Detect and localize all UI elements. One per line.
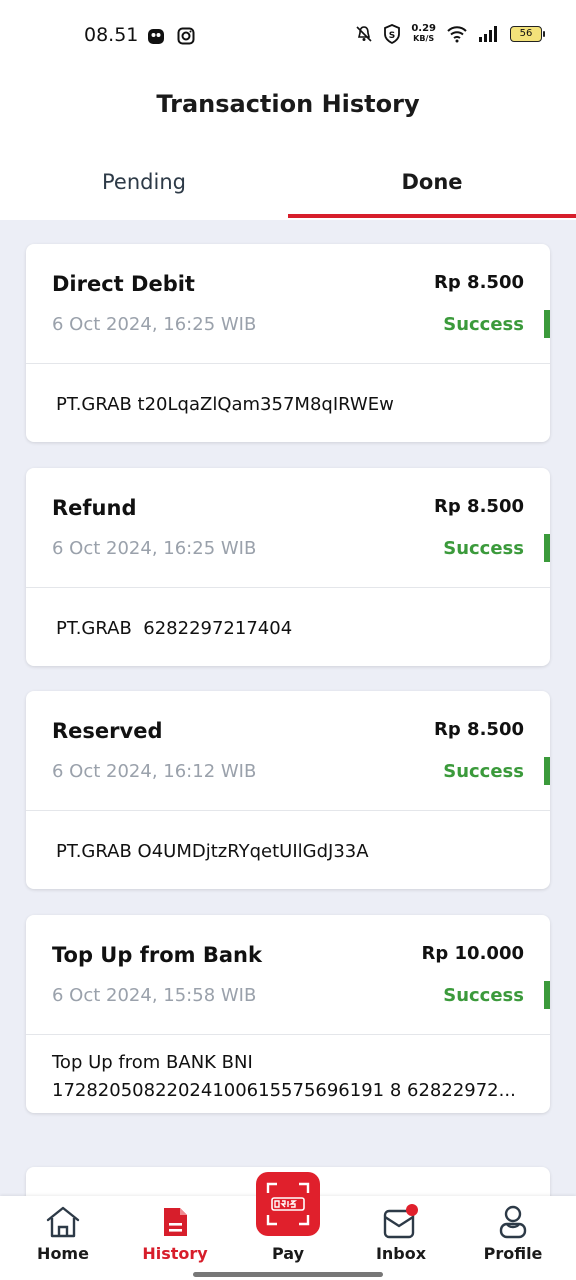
qris-pay-button[interactable] bbox=[248, 1168, 328, 1240]
transaction-type: Reserved bbox=[52, 719, 163, 743]
page-title: Transaction History bbox=[156, 90, 420, 118]
status-indicator-bar bbox=[544, 757, 550, 785]
transaction-status: Success bbox=[443, 985, 524, 1006]
transaction-amount: Rp 8.500 bbox=[434, 272, 524, 293]
net-speed-value: 0.29 bbox=[411, 23, 436, 34]
transaction-card[interactable]: Refund Rp 8.500 6 Oct 2024, 16:25 WIB Su… bbox=[26, 468, 550, 666]
nav-inbox[interactable]: Inbox bbox=[346, 1202, 456, 1263]
transaction-card[interactable]: Direct Debit Rp 8.500 6 Oct 2024, 16:25 … bbox=[26, 244, 550, 442]
net-speed-unit: KB/S bbox=[413, 34, 435, 43]
nav-pay-label: Pay bbox=[271, 1244, 305, 1263]
vpn-shield-icon: S bbox=[384, 24, 401, 44]
card-divider bbox=[26, 1034, 550, 1035]
tab-done[interactable]: Done bbox=[288, 170, 576, 194]
transaction-card[interactable]: Top Up from Bank Rp 10.000 6 Oct 2024, 1… bbox=[26, 915, 550, 1113]
qris-icon bbox=[266, 1182, 310, 1226]
transaction-status: Success bbox=[443, 538, 524, 559]
top-bar: 08.51 S 0.29 KB/S 56 Transaction History … bbox=[0, 0, 576, 220]
signal-icon bbox=[479, 26, 497, 42]
status-time: 08.51 bbox=[84, 24, 139, 46]
transaction-type: Top Up from Bank bbox=[52, 943, 262, 967]
description-line-1: Top Up from BANK BNI bbox=[52, 1052, 253, 1073]
home-indicator[interactable] bbox=[193, 1272, 383, 1277]
status-indicator-bar bbox=[544, 981, 550, 1009]
transaction-description: PT.GRAB t20LqaZlQam357M8qIRWEw bbox=[56, 394, 394, 415]
home-icon bbox=[46, 1206, 80, 1238]
app-notification-icon bbox=[148, 29, 164, 44]
nav-profile-label: Profile bbox=[483, 1244, 543, 1263]
card-divider bbox=[26, 363, 550, 364]
transaction-description: PT.GRAB O4UMDjtzRYqetUIlGdJ33A bbox=[56, 841, 369, 862]
svg-text:S: S bbox=[389, 31, 395, 41]
card-divider bbox=[26, 810, 550, 811]
nav-home-label: Home bbox=[37, 1244, 89, 1263]
nav-home[interactable]: Home bbox=[8, 1202, 118, 1263]
status-right: S 0.29 KB/S 56 bbox=[355, 24, 545, 44]
active-tab-indicator bbox=[288, 214, 576, 218]
nav-history-label: History bbox=[142, 1244, 208, 1263]
transaction-amount: Rp 8.500 bbox=[434, 496, 524, 517]
transaction-date: 6 Oct 2024, 16:12 WIB bbox=[52, 761, 257, 782]
tab-pending[interactable]: Pending bbox=[0, 170, 288, 194]
transaction-amount: Rp 10.000 bbox=[421, 943, 524, 964]
status-indicator-bar bbox=[544, 534, 550, 562]
transaction-status: Success bbox=[443, 761, 524, 782]
net-speed: 0.29 KB/S bbox=[411, 24, 436, 44]
transaction-date: 6 Oct 2024, 16:25 WIB bbox=[52, 314, 257, 335]
transaction-description: Top Up from BANK BNI 1728205082202410061… bbox=[52, 1049, 532, 1105]
transaction-description: PT.GRAB 6282297217404 bbox=[56, 618, 293, 639]
inbox-icon bbox=[383, 1204, 418, 1239]
transaction-type: Refund bbox=[52, 496, 137, 520]
wifi-icon bbox=[447, 26, 467, 43]
nav-profile[interactable]: Profile bbox=[458, 1202, 568, 1263]
instagram-icon bbox=[177, 27, 195, 45]
transaction-status: Success bbox=[443, 314, 524, 335]
description-line-2: 17282050822024100615575696191 8 62822972… bbox=[52, 1080, 516, 1101]
status-bar: 08.51 S 0.29 KB/S 56 bbox=[0, 0, 576, 72]
transaction-type: Direct Debit bbox=[52, 272, 195, 296]
profile-icon bbox=[499, 1205, 527, 1239]
transaction-date: 6 Oct 2024, 16:25 WIB bbox=[52, 538, 257, 559]
nav-history[interactable]: History bbox=[120, 1202, 230, 1263]
history-icon bbox=[164, 1208, 187, 1236]
notification-icons bbox=[146, 26, 196, 46]
nav-inbox-label: Inbox bbox=[375, 1244, 427, 1263]
status-indicator-bar bbox=[544, 310, 550, 338]
transaction-amount: Rp 8.500 bbox=[434, 719, 524, 740]
mute-bell-icon bbox=[356, 26, 372, 42]
transaction-card[interactable]: Reserved Rp 8.500 6 Oct 2024, 16:12 WIB … bbox=[26, 691, 550, 889]
transaction-date: 6 Oct 2024, 15:58 WIB bbox=[52, 985, 257, 1006]
battery-indicator: 56 bbox=[510, 26, 545, 42]
card-divider bbox=[26, 587, 550, 588]
